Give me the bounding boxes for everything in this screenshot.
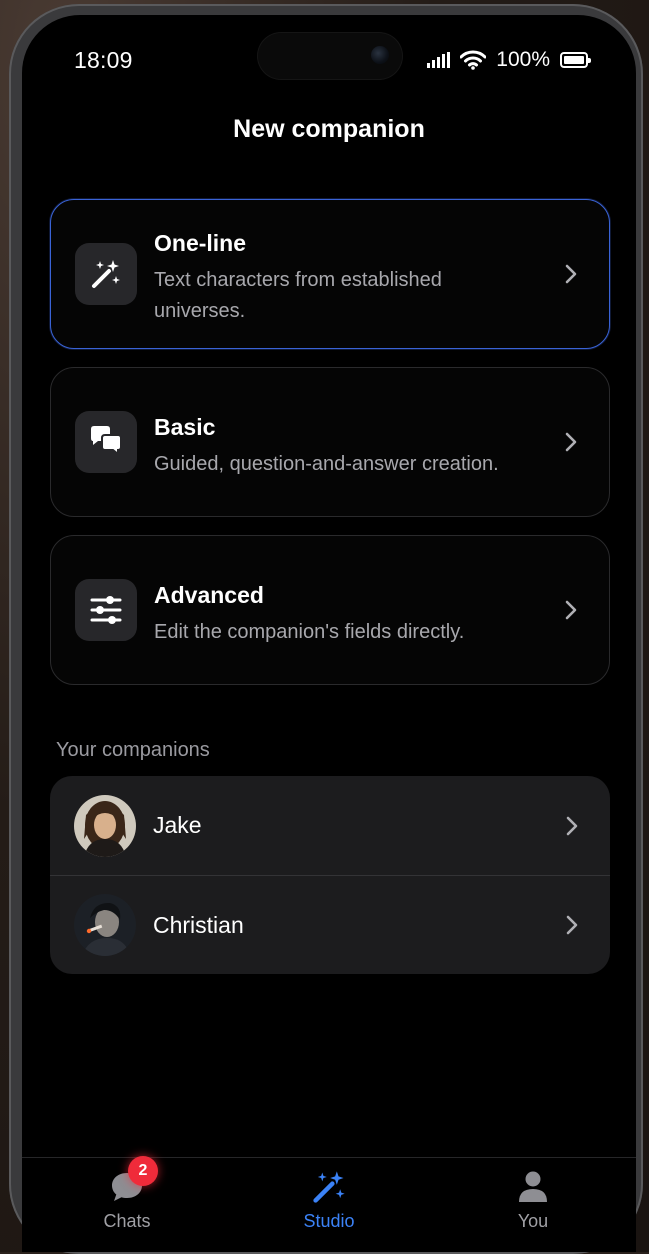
avatar	[74, 894, 136, 956]
avatar	[74, 794, 136, 857]
tab-icon-wrapper: 2	[108, 1156, 158, 1206]
tab-label: Studio	[303, 1211, 355, 1231]
section-label-companions: Your companions	[56, 739, 210, 761]
chevron-right-icon	[566, 915, 578, 935]
person-icon	[519, 1171, 547, 1202]
front-camera-icon	[371, 46, 389, 64]
magic-wand-icon	[92, 260, 120, 288]
dynamic-island	[258, 33, 402, 79]
magic-wand-icon	[313, 1171, 345, 1203]
tab-icon-wrapper	[514, 1168, 552, 1206]
companion-row[interactable]: Jake	[50, 776, 610, 875]
chat-bubbles-icon	[91, 426, 122, 457]
tab-icon-wrapper	[310, 1168, 348, 1206]
option-icon-box	[75, 243, 137, 305]
chevron-right-icon	[565, 264, 577, 284]
tab-chats[interactable]: 2 Chats	[67, 1156, 187, 1232]
option-description: Edit the companion's fields directly.	[154, 621, 465, 643]
companion-name: Christian	[153, 911, 244, 938]
cellular-signal-icon	[427, 52, 451, 68]
option-icon-box	[75, 579, 137, 641]
tab-you[interactable]: You	[473, 1168, 593, 1232]
option-title: Advanced	[154, 582, 264, 608]
page-title: New companion	[233, 115, 425, 143]
option-icon-box	[75, 411, 137, 473]
battery-percent: 100%	[496, 48, 550, 71]
chevron-right-icon	[565, 600, 577, 620]
sliders-icon	[90, 596, 122, 624]
tab-studio[interactable]: Studio	[269, 1168, 389, 1232]
status-time: 18:09	[74, 47, 133, 73]
battery-icon	[560, 52, 591, 68]
chevron-right-icon	[566, 816, 578, 835]
companion-row[interactable]: Christian	[50, 875, 610, 974]
unread-badge: 2	[128, 1156, 158, 1186]
option-text: Advanced Edit the companion's fields dir…	[154, 582, 529, 648]
companions-list: Jake Christian	[50, 776, 610, 974]
option-one-line[interactable]: One-line Text characters from establishe…	[50, 199, 610, 349]
tab-label: You	[517, 1211, 549, 1231]
tab-bar: 2 Chats Studio You	[22, 1156, 636, 1252]
option-description: Text characters from established univers…	[154, 269, 442, 322]
chevron-right-icon	[565, 432, 577, 452]
wifi-icon	[460, 50, 487, 70]
option-advanced[interactable]: Advanced Edit the companion's fields dir…	[50, 535, 610, 685]
option-text: Basic Guided, question-and-answer creati…	[154, 414, 529, 480]
option-title: One-line	[154, 230, 247, 256]
option-title: Basic	[154, 414, 216, 440]
tab-label: Chats	[103, 1211, 151, 1231]
phone-screen: 18:09 100% New companion One-line Text c…	[22, 15, 636, 1252]
companion-name: Jake	[153, 812, 202, 838]
option-text: One-line Text characters from establishe…	[154, 230, 529, 327]
option-description: Guided, question-and-answer creation.	[154, 453, 499, 475]
option-basic[interactable]: Basic Guided, question-and-answer creati…	[50, 367, 610, 517]
status-icons: 100%	[427, 45, 591, 75]
